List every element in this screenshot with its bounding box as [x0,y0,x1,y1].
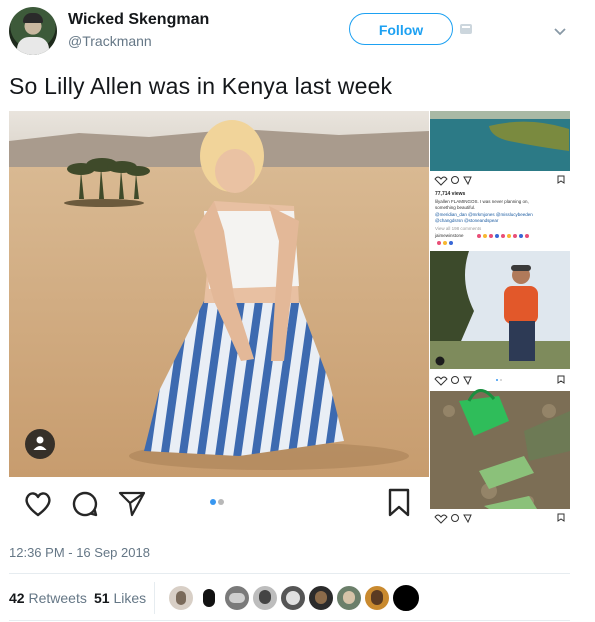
retweets-stat[interactable]: 42 Retweets [9,590,87,606]
instagram-embed-preview[interactable]: 77,714 views lilyallen FLAMINGOS. I was … [429,111,570,526]
likes-label: Likes [113,590,147,606]
svg-text:something beautiful.: something beautiful. [435,205,475,210]
divider [9,620,570,621]
liker-avatar[interactable] [168,585,194,611]
liker-avatar[interactable] [364,585,390,611]
liker-avatar[interactable] [392,584,420,612]
svg-text:@changdsrsn @stoneandspear: @changdsrsn @stoneandspear [435,218,499,223]
instagram-embed-graphic: 77,714 views lilyallen FLAMINGOS. I was … [430,111,570,524]
svg-text:View all 198 comments: View all 198 comments [435,226,482,231]
tweet-timestamp[interactable]: 12:36 PM - 16 Sep 2018 [9,545,150,560]
chevron-down-icon[interactable] [553,24,567,38]
tweet-photo-main[interactable] [9,111,429,477]
svg-text:@meridian_dan @mrkmjones @miss: @meridian_dan @mrkmjones @misslucybeeden [435,212,533,217]
embed-views: 77,714 views [435,191,466,197]
retweets-label: Retweets [28,590,87,606]
liker-avatar[interactable] [336,585,362,611]
follow-button[interactable]: Follow [349,13,453,45]
card-icon [460,24,472,34]
user-tag-icon[interactable] [25,429,55,459]
bookmark-icon[interactable] [387,488,411,518]
divider [154,582,155,614]
retweets-count: 42 [9,590,25,606]
liker-avatar[interactable] [308,585,334,611]
tweet-text: So Lilly Allen was in Kenya last week [9,73,393,99]
author-avatar[interactable] [9,7,57,55]
svg-text:lilyallen FLAMINGOS. I was nev: lilyallen FLAMINGOS. I was never plannin… [435,199,529,204]
liker-avatar[interactable] [252,585,278,611]
carousel-dots [210,499,224,505]
desert-photo [9,111,429,477]
divider [9,573,570,574]
likes-count: 51 [94,590,110,606]
likes-stat[interactable]: 51 Likes [94,590,146,606]
heart-icon[interactable] [23,490,53,518]
liker-avatar[interactable] [224,585,250,611]
instagram-actions-row [9,480,429,526]
liker-avatar[interactable] [280,585,306,611]
send-icon[interactable] [117,490,147,518]
author-display-name[interactable]: Wicked Skengman [68,11,209,29]
liker-avatar[interactable] [196,585,222,611]
comment-icon[interactable] [71,490,99,518]
svg-text:jaimewinstone: jaimewinstone [434,233,464,238]
author-handle[interactable]: @Trackmann [68,33,152,49]
